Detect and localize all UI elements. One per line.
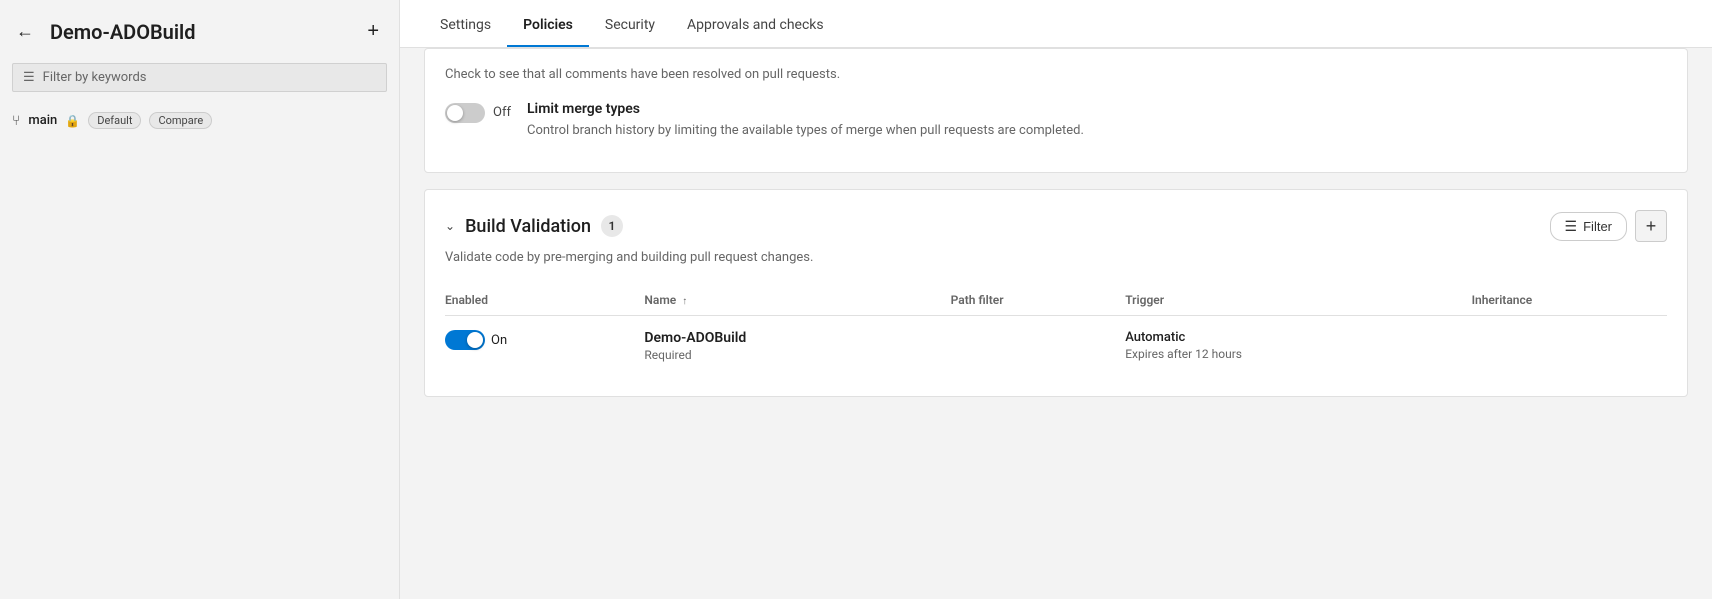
build-validation-count-badge: 1 [601, 215, 623, 237]
filter-icon: ☰ [1565, 218, 1578, 235]
inheritance-cell [1472, 316, 1667, 377]
limit-merge-policy-row: Off Limit merge types Control branch his… [445, 101, 1667, 141]
limit-merge-title: Limit merge types [527, 101, 1667, 117]
branch-row[interactable]: ⑂ main 🔒 Default Compare [0, 104, 399, 137]
lock-icon: 🔒 [65, 114, 80, 128]
filter-button-label: Filter [1583, 219, 1612, 234]
build-validation-header: ⌄ Build Validation 1 ☰ Filter + [445, 210, 1667, 242]
tab-approvals[interactable]: Approvals and checks [671, 3, 840, 47]
add-build-validation-button[interactable]: + [1635, 210, 1667, 242]
sidebar-header: ← Demo-ADOBuild + [0, 0, 399, 63]
tab-policies[interactable]: Policies [507, 3, 589, 47]
table-header: Enabled Name ↑ Path filter Trigger [445, 285, 1667, 316]
col-enabled: Enabled [445, 285, 644, 316]
tab-settings[interactable]: Settings [424, 3, 507, 47]
limit-merge-desc: Control branch history by limiting the a… [527, 121, 1667, 141]
build-validation-card: ⌄ Build Validation 1 ☰ Filter + Validate… [424, 189, 1688, 397]
sidebar-title: Demo-ADOBuild [50, 20, 351, 44]
build-validation-title: Build Validation [465, 216, 591, 237]
tab-bar: Settings Policies Security Approvals and… [400, 0, 1712, 48]
row-toggle[interactable] [445, 330, 485, 350]
section-header-left: ⌄ Build Validation 1 [445, 215, 623, 237]
compare-tag[interactable]: Compare [149, 112, 212, 129]
col-trigger: Trigger [1125, 285, 1471, 316]
section-header-right: ☰ Filter + [1550, 210, 1667, 242]
collapse-icon[interactable]: ⌄ [445, 219, 455, 233]
col-inheritance: Inheritance [1472, 285, 1667, 316]
toggle-circle [467, 332, 483, 348]
row-name-primary: Demo-ADOBuild [644, 330, 938, 346]
filter-placeholder-text: Filter by keywords [43, 70, 147, 85]
content-area: Check to see that all comments have been… [400, 48, 1712, 599]
filter-lines-icon: ☰ [23, 70, 35, 85]
build-validation-table: Enabled Name ↑ Path filter Trigger [445, 285, 1667, 376]
toggle-circle [447, 105, 463, 121]
comments-policy-desc: Check to see that all comments have been… [445, 67, 840, 82]
back-button[interactable]: ← [12, 17, 38, 46]
row-name-secondary: Required [644, 348, 938, 362]
branch-name: main [28, 113, 57, 128]
filter-box[interactable]: ☰ Filter by keywords [12, 63, 387, 92]
enabled-cell: On [445, 316, 644, 377]
table-row: On Demo-ADOBuild Required [445, 316, 1667, 377]
col-name[interactable]: Name ↑ [644, 285, 950, 316]
path-filter-cell [951, 316, 1126, 377]
add-icon: + [1646, 216, 1657, 237]
tab-security[interactable]: Security [589, 3, 671, 47]
table-body: On Demo-ADOBuild Required [445, 316, 1667, 377]
name-cell: Demo-ADOBuild Required [644, 316, 950, 377]
sort-icon: ↑ [682, 296, 687, 307]
build-validation-desc: Validate code by pre-merging and buildin… [445, 250, 1667, 265]
row-trigger-primary: Automatic [1125, 330, 1459, 345]
branch-icon: ⑂ [12, 113, 20, 129]
sidebar: ← Demo-ADOBuild + ☰ Filter by keywords ⑂… [0, 0, 400, 599]
row-enabled-label: On [491, 333, 507, 348]
plus-icon: + [367, 20, 379, 42]
limit-merge-toggle[interactable] [445, 103, 485, 123]
limit-merge-toggle-label: Off [493, 105, 511, 120]
default-tag[interactable]: Default [88, 112, 141, 129]
col-path-filter: Path filter [951, 285, 1126, 316]
trigger-cell: Automatic Expires after 12 hours [1125, 316, 1471, 377]
back-icon: ← [16, 21, 34, 42]
main-content: Settings Policies Security Approvals and… [400, 0, 1712, 599]
filter-button[interactable]: ☰ Filter [1550, 212, 1627, 241]
limit-merge-toggle-container[interactable]: Off [445, 103, 511, 123]
row-trigger-secondary: Expires after 12 hours [1125, 347, 1459, 361]
comments-policy-card: Check to see that all comments have been… [424, 48, 1688, 173]
limit-merge-policy-info: Limit merge types Control branch history… [527, 101, 1667, 141]
add-pipeline-button[interactable]: + [363, 16, 383, 47]
